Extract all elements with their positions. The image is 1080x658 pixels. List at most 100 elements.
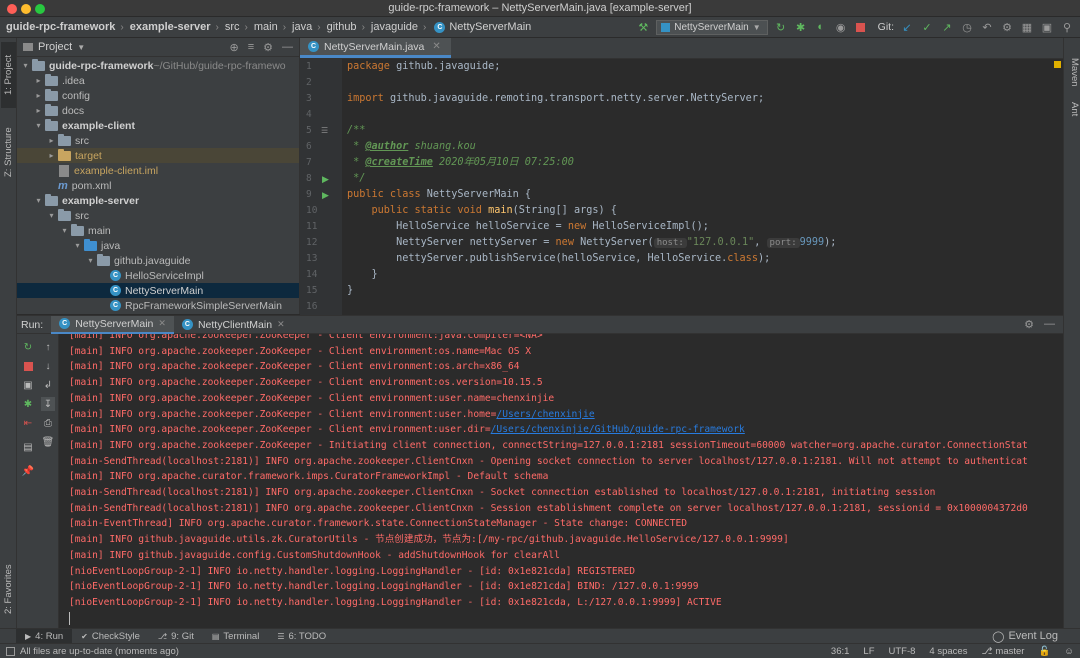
collapse-all-icon[interactable]: ≡ [248,41,254,54]
build-hammer-icon[interactable]: ⚒ [636,20,650,34]
project-view-select[interactable]: Project [38,41,72,53]
arrow-down-icon[interactable]: ↓ [41,359,55,373]
ant-tool-tab[interactable]: Ant [1065,102,1080,116]
breadcrumb-item[interactable]: java › [286,21,321,33]
scroll-to-end-icon[interactable]: ↧ [41,397,55,411]
inspector-icon[interactable]: ☺ [1064,646,1074,657]
gear-icon[interactable]: ⚙ [263,41,273,54]
pin-icon[interactable]: 📌 [21,464,35,478]
chevron-right-icon[interactable]: ▸ [34,91,43,100]
camera-icon[interactable]: ▣ [21,378,35,392]
tree-item[interactable]: ▸ config [17,88,299,103]
doc-toggle-icon[interactable]: ☰ [321,126,328,135]
project-structure-icon[interactable]: ▦ [1020,20,1034,34]
rollback-icon[interactable]: ↶ [980,20,994,34]
tree-item[interactable]: ▾ github.javaguide [17,253,299,268]
close-tab-icon[interactable]: ✕ [158,318,166,329]
tree-item[interactable]: C NettyServerMain [17,283,299,298]
stop-icon[interactable] [21,359,35,373]
layout-icon[interactable]: ▤ [21,440,35,454]
chevron-right-icon[interactable]: ▸ [34,106,43,115]
bottom-tab[interactable]: ▶ 4: Run [16,628,73,644]
hide-panel-icon[interactable]: — [1044,318,1055,331]
bottom-tab[interactable]: ✔ CheckStyle [72,629,149,644]
locate-file-icon[interactable]: ⊕ [229,41,238,54]
chevron-right-icon[interactable]: ▸ [47,136,56,145]
settings-wrench-icon[interactable]: ⚙ [1000,20,1014,34]
close-tab-icon[interactable]: ✕ [277,319,285,330]
git-branch-widget[interactable]: ⎇ master [981,646,1024,657]
tree-item[interactable]: ▸ target [17,148,299,163]
exit-icon[interactable]: ⇤ [21,416,35,430]
run-configuration-select[interactable]: NettyServerMain ▼ [656,19,768,35]
tree-item[interactable]: C HelloServiceImpl [17,268,299,283]
history-icon[interactable]: ◷ [960,20,974,34]
console-path-link[interactable]: /Users/chenxinjie/GitHub/guide-rpc-frame… [491,424,745,435]
tree-item[interactable]: ▸ src [17,133,299,148]
tree-item[interactable]: ▾ main [17,223,299,238]
inspection-warning-icon[interactable] [1054,61,1061,68]
breadcrumb-item[interactable]: example-server › [124,21,219,33]
chevron-right-icon[interactable]: ▸ [34,76,43,85]
coverage-icon[interactable]: ◐ [814,20,828,34]
breadcrumb-item[interactable]: src › [219,21,248,33]
print-icon[interactable]: ⎙ [41,416,55,430]
tree-item[interactable]: ▾ java [17,238,299,253]
debug-icon[interactable]: ✱ [794,20,808,34]
project-tool-tab[interactable]: 1: Project [1,42,16,108]
lock-icon[interactable]: 🔓 [1038,646,1050,657]
debug-icon[interactable]: ✱ [21,397,35,411]
tree-item[interactable]: ▾ guide-rpc-framework ~/GitHub/guide-rpc-… [17,58,299,73]
profile-icon[interactable]: ◉ [834,20,848,34]
code-editor[interactable]: package github.javaguide; import github.… [342,59,1063,315]
breadcrumb-item[interactable]: github › [321,21,365,33]
chevron-down-icon[interactable]: ▾ [86,256,95,265]
chevron-down-icon[interactable]: ▾ [21,61,30,70]
run-tab[interactable]: C NettyServerMain ✕ [51,315,174,334]
caret-position[interactable]: 36:1 [831,646,850,657]
git-push-icon[interactable]: ↗ [940,20,954,34]
search-icon[interactable]: ⚲ [1060,20,1074,34]
breadcrumb-item[interactable]: main › [248,21,286,33]
structure-tool-tab[interactable]: Z: Structure [1,112,16,192]
rerun-icon[interactable]: ↻ [21,340,35,354]
tree-item[interactable]: ▾ example-client [17,118,299,133]
chevron-down-icon[interactable]: ▾ [34,121,43,130]
chevron-down-icon[interactable]: ▼ [77,43,85,52]
tree-item[interactable]: example-client.iml [17,163,299,178]
editor-tab-nettyservermain[interactable]: C NettyServerMain.java ✕ [300,38,451,58]
tree-item[interactable]: C RpcFrameworkSimpleServerMain [17,298,299,313]
chevron-down-icon[interactable]: ▾ [60,226,69,235]
close-tab-icon[interactable]: ✕ [432,41,440,52]
file-encoding[interactable]: UTF-8 [889,646,916,657]
soft-wrap-icon[interactable]: ↲ [41,378,55,392]
trash-icon[interactable]: 🗑 [41,435,55,449]
git-update-icon[interactable]: ↙ [900,20,914,34]
bottom-tab[interactable]: ▤ Terminal [203,629,268,644]
arrow-up-icon[interactable]: ↑ [41,340,55,354]
run-gutter-icon[interactable]: ▶ [322,174,329,185]
gear-icon[interactable]: ⚙ [1024,318,1034,331]
tree-item[interactable]: ▸ .idea [17,73,299,88]
breadcrumb-item[interactable]: javaguide › [365,21,426,33]
bottom-tab[interactable]: ⎇ 9: Git [149,629,203,644]
presentation-icon[interactable]: ▣ [1040,20,1054,34]
tree-item[interactable]: ▸ docs [17,103,299,118]
favorites-tool-tab[interactable]: 2: Favorites [1,558,16,620]
run-tab[interactable]: C NettyClientMain ✕ [174,316,293,334]
breadcrumb-item[interactable]: guide-rpc-framework › [0,21,124,33]
console-output[interactable]: [main] INFO org.apache.zookeeper.ZooKeep… [59,334,1063,628]
bottom-tab[interactable]: ☰ 6: TODO [268,629,335,644]
chevron-down-icon[interactable]: ▾ [73,241,82,250]
tree-item[interactable]: ▾ example-server [17,193,299,208]
git-commit-icon[interactable]: ✓ [920,20,934,34]
tree-item[interactable]: m pom.xml [17,178,299,193]
toggle-panels-icon[interactable] [6,646,15,656]
hide-panel-icon[interactable]: — [282,41,293,54]
event-log-tab[interactable]: ◯ Event Log [992,630,1080,643]
run-gutter-icon[interactable]: ▶ [322,190,329,201]
console-path-link[interactable]: /Users/chenxinjie [496,409,594,420]
breadcrumb-item[interactable]: C NettyServerMain [426,21,531,33]
line-separator[interactable]: LF [863,646,874,657]
chevron-down-icon[interactable]: ▾ [34,196,43,205]
